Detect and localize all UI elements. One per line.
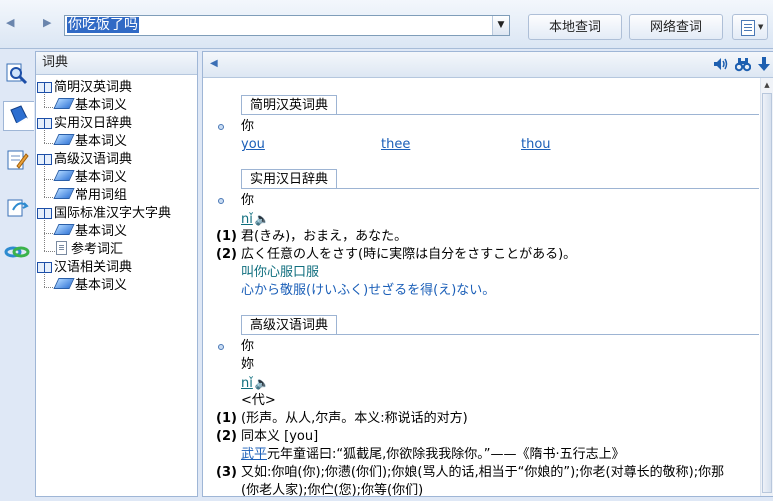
definition-number: (3) — [216, 465, 237, 480]
translation-link[interactable]: thou — [521, 136, 551, 154]
translation-link[interactable]: thee — [381, 136, 410, 154]
tree-item-basic-meaning[interactable]: 基本词义 — [53, 97, 127, 115]
pinyin: nǐ — [241, 212, 253, 227]
lookup-icon[interactable] — [3, 59, 31, 89]
bullet-icon — [218, 198, 224, 204]
book-icon — [37, 153, 52, 165]
section-title-shiyong-hanri: 实用汉日辞典 — [241, 169, 338, 189]
entry-icon — [53, 188, 75, 199]
definition-number: (1) — [216, 411, 237, 426]
scroll-thumb[interactable] — [762, 93, 772, 493]
entry-icon — [53, 224, 75, 235]
definition-text: (你老人家);你伫(您);你等(你们) — [241, 483, 424, 497]
section-divider — [241, 114, 759, 115]
document-menu-icon — [741, 20, 755, 36]
definition-text: 又如:你咱(你);你懑(你们);你娘(骂人的话,相当于“你娘的”);你老(对尊长… — [241, 465, 725, 480]
tree-item-reference-vocab[interactable]: 参考词汇 — [56, 241, 123, 259]
dictionary-book-icon[interactable] — [3, 101, 34, 131]
headword: 你 — [241, 119, 255, 134]
tree-item-common-phrases[interactable]: 常用词组 — [53, 187, 127, 205]
quotation-link[interactable]: 武平 — [241, 447, 267, 462]
part-of-speech: <代> — [241, 393, 276, 408]
web-query-button[interactable]: 网络查词 — [629, 14, 723, 40]
book-icon — [37, 207, 52, 219]
page-icon — [56, 241, 67, 255]
left-icon-bar — [0, 49, 34, 501]
search-input[interactable]: 你吃饭了吗 ▼ — [64, 15, 510, 36]
right-arrow-icon[interactable]: ▶ — [43, 16, 51, 29]
local-query-button[interactable]: 本地查词 — [528, 14, 622, 40]
entry-icon — [53, 98, 75, 109]
dictionary-tree-panel: 词典 简明汉英词典 基本词义 实用汉日辞典 基本词义 高级汉语词典 基本词义 常… — [35, 51, 198, 497]
book-icon — [37, 81, 52, 93]
headword: 你 — [241, 339, 255, 354]
tree-item-shiyong-hanri[interactable]: 实用汉日辞典 — [37, 115, 132, 133]
pronounce-speaker-icon[interactable]: 🔈 — [255, 210, 270, 228]
definition-text: 広く任意の人をさす(時に実際は自分をさすことがある)。 — [241, 247, 577, 262]
definition-text: (形声。从人,尔声。本义:称说话的对方) — [241, 411, 468, 426]
vertical-scrollbar[interactable]: ▲ — [760, 78, 773, 496]
scroll-up-icon[interactable]: ▲ — [761, 78, 773, 92]
caret-down-icon: ▼ — [758, 23, 764, 31]
tree-item-hanyu-xiangguan[interactable]: 汉语相关词典 — [37, 259, 132, 277]
section-divider — [241, 334, 759, 335]
edit-note-icon[interactable] — [3, 145, 31, 175]
tree-item-basic-meaning[interactable]: 基本词义 — [53, 133, 127, 151]
entry-icon — [53, 134, 75, 145]
book-icon — [37, 117, 52, 129]
definition-number: (2) — [216, 429, 237, 444]
example-chinese: 叫你心服口服 — [241, 265, 320, 280]
definition-text: 同本义 [you] — [241, 429, 319, 444]
chevron-down-icon[interactable]: ▼ — [492, 16, 509, 35]
definition-number: (1) — [216, 229, 237, 244]
translate-icon[interactable] — [3, 193, 31, 223]
example-japanese: 心から敬服(けいふく)せざるを得(え)ない。 — [241, 283, 496, 298]
bullet-icon — [218, 344, 224, 350]
pronounce-speaker-icon[interactable]: 🔈 — [255, 374, 270, 392]
search-text: 你吃饭了吗 — [67, 17, 139, 33]
left-arrow-icon[interactable]: ◀ — [6, 16, 14, 29]
translation-link[interactable]: you — [241, 136, 265, 154]
definition-panel: ◀ ▲ 简明汉英词典 你 you thee thou 实用汉日辞典 你 nǐ 🔈 … — [202, 51, 773, 497]
quotation: 武平元年童谣曰:“狐截尾,你欲除我我除你。”——《隋书·五行志上》 — [241, 447, 625, 462]
definition-number: (2) — [216, 247, 237, 262]
tree-item-basic-meaning[interactable]: 基本词义 — [53, 277, 127, 295]
pinyin-row: nǐ 🔈 — [241, 210, 270, 229]
pinyin-row: nǐ 🔈 — [241, 374, 270, 393]
document-menu-button[interactable]: ▼ — [732, 14, 768, 40]
headword: 你 — [241, 193, 255, 208]
download-arrow-icon[interactable] — [758, 56, 770, 76]
tree-item-jianming[interactable]: 简明汉英词典 — [37, 79, 132, 97]
headword-variant: 妳 — [241, 357, 255, 372]
definition-toolbar: ◀ — [203, 52, 773, 78]
section-title-gaoji-hanyu: 高级汉语词典 — [241, 315, 338, 335]
tree-item-guoji-biaozhun[interactable]: 国际标准汉字大字典 — [37, 205, 171, 223]
tree-item-basic-meaning[interactable]: 基本词义 — [53, 223, 127, 241]
section-divider — [241, 188, 759, 189]
entry-icon — [53, 170, 75, 181]
tree-item-basic-meaning[interactable]: 基本词义 — [53, 169, 127, 187]
binoculars-icon[interactable] — [734, 56, 752, 76]
pinyin: nǐ — [241, 376, 253, 391]
link-icon[interactable] — [3, 237, 31, 267]
speaker-icon[interactable] — [712, 56, 728, 76]
definition-text: 君(きみ)，おまえ，あなた。 — [241, 229, 408, 244]
tree-item-gaoji-hanyu[interactable]: 高级汉语词典 — [37, 151, 132, 169]
bullet-icon — [218, 124, 224, 130]
book-icon — [37, 261, 52, 273]
tree-panel-title: 词典 — [36, 52, 197, 75]
section-title-jianming: 简明汉英词典 — [241, 95, 338, 115]
collapse-arrow-icon[interactable]: ◀ — [210, 58, 218, 69]
top-toolbar: ◀ ▶ 你吃饭了吗 ▼ 本地查词 网络查词 ▼ — [0, 0, 773, 49]
entry-icon — [53, 278, 75, 289]
